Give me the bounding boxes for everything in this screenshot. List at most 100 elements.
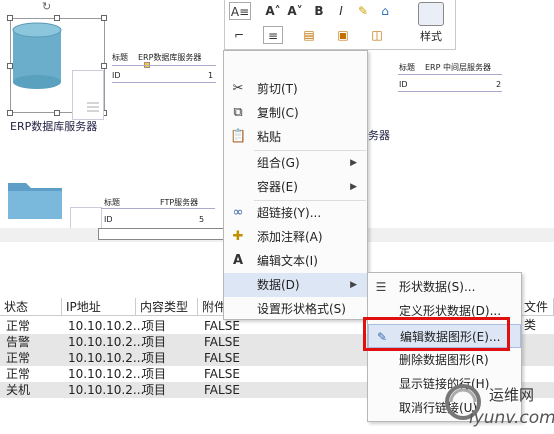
menu-item-group[interactable]: 组合(G) ▶ bbox=[224, 151, 367, 175]
shape-data-icon: ☰ bbox=[375, 280, 387, 294]
menu-item-label: 剪切(T) bbox=[257, 82, 298, 96]
format-painter-icon[interactable]: ⌂ bbox=[375, 2, 395, 20]
menu-item-label: 数据(D) bbox=[257, 278, 300, 292]
align-icon[interactable]: ≡ bbox=[263, 26, 283, 44]
cell-type: 项目 bbox=[142, 367, 167, 381]
style-button[interactable]: 样式 bbox=[411, 2, 451, 46]
menu-item-label: 编辑文本(I) bbox=[257, 254, 318, 268]
resize-handle[interactable] bbox=[54, 110, 60, 116]
document-icon bbox=[70, 207, 102, 229]
resize-handle[interactable] bbox=[101, 15, 107, 21]
ftp-header-value: FTP服务器 bbox=[160, 198, 199, 207]
font-box-icon[interactable]: A≡ bbox=[229, 2, 251, 20]
column-header-status[interactable]: 状态 bbox=[0, 298, 62, 316]
submenu-arrow-icon: ▶ bbox=[350, 280, 357, 290]
submenu-arrow-icon: ▶ bbox=[350, 182, 357, 192]
menu-item-cut[interactable]: ✂ 剪切(T) bbox=[224, 77, 367, 101]
style-label: 样式 bbox=[420, 30, 442, 43]
cell-ip: 10.10.10.2... bbox=[68, 383, 145, 397]
menu-item-label: 粘贴 bbox=[257, 130, 282, 144]
column-header-type[interactable]: 内容类型 bbox=[136, 298, 198, 316]
horizontal-scrollbar[interactable] bbox=[98, 228, 224, 240]
menu-item-format-shape[interactable]: 设置形状格式(S) bbox=[224, 297, 367, 321]
scissors-icon: ✂ bbox=[232, 81, 244, 96]
folder-icon[interactable] bbox=[6, 177, 64, 221]
ftp-header-title: 标题 bbox=[104, 198, 120, 207]
italic-icon[interactable]: I bbox=[331, 2, 351, 20]
erp-mid-id-value: 2 bbox=[496, 80, 502, 89]
copy-icon: ⧉ bbox=[233, 105, 243, 120]
submenu-item-shape-data[interactable]: ☰ 形状数据(S)... bbox=[368, 275, 521, 299]
mini-toolbar: A≡ A˄ A˅ B I ✎ ⌂ ⌐ ≡ ▤ ▣ ◫ 样式 bbox=[224, 0, 456, 50]
column-header-file-type[interactable]: 文件类 bbox=[520, 298, 554, 332]
menu-item-label: 组合(G) bbox=[257, 156, 300, 170]
erp-mid-header-value: ERP 中间层服务器 bbox=[425, 63, 491, 72]
position-icon[interactable]: ▤ bbox=[299, 26, 319, 44]
menu-item-add-comment[interactable]: ✚ 添加注释(A) bbox=[224, 225, 367, 249]
watermark-name: 运维网 bbox=[489, 386, 535, 404]
text-icon: A bbox=[232, 253, 244, 268]
divider bbox=[101, 208, 215, 209]
column-header-ip[interactable]: IP地址 bbox=[62, 298, 136, 316]
menu-item-label: 容器(E) bbox=[257, 180, 298, 194]
increase-font-icon[interactable]: A˄ bbox=[263, 2, 283, 20]
erp-mid-header-title: 标题 bbox=[399, 63, 415, 72]
menu-item-paste[interactable]: 📋 粘贴 bbox=[224, 125, 367, 149]
divider bbox=[398, 74, 502, 75]
database-icon[interactable] bbox=[12, 22, 62, 90]
cell-attachment: FALSE bbox=[204, 351, 240, 365]
submenu-item-label: 删除数据图形(R) bbox=[399, 353, 489, 367]
submenu-item-label: 形状数据(S)... bbox=[399, 280, 476, 294]
menu-item-label: 添加注释(A) bbox=[257, 230, 323, 244]
watermark: 运维网 iyunv.com bbox=[441, 380, 554, 430]
hyperlink-icon: ∞ bbox=[232, 205, 244, 220]
cell-ip: 10.10.10.2... bbox=[68, 367, 145, 381]
decrease-font-icon[interactable]: A˅ bbox=[285, 2, 305, 20]
menu-item-container[interactable]: 容器(E) ▶ bbox=[224, 175, 367, 199]
send-backward-icon[interactable]: ◫ bbox=[367, 26, 387, 44]
document-icon bbox=[72, 70, 104, 120]
ftp-id-value: 5 bbox=[199, 215, 205, 224]
menu-item-label: 超链接(Y)... bbox=[257, 206, 322, 220]
cell-type: 项目 bbox=[142, 351, 167, 365]
style-icon bbox=[418, 2, 444, 26]
divider bbox=[112, 65, 216, 66]
cell-attachment: FALSE bbox=[204, 383, 240, 397]
cell-status: 正常 bbox=[6, 351, 31, 365]
cell-status: 关机 bbox=[6, 383, 31, 397]
divider bbox=[398, 91, 502, 92]
menu-item-edit-text[interactable]: A 编辑文本(I) bbox=[224, 249, 367, 273]
submenu-item-remove-data-graphic[interactable]: 删除数据图形(R) bbox=[368, 348, 521, 372]
cell-type: 项目 bbox=[142, 335, 167, 349]
resize-handle[interactable] bbox=[7, 15, 13, 21]
erp-db-header-title: 标题 bbox=[112, 53, 128, 62]
resize-handle[interactable] bbox=[101, 63, 107, 69]
menu-item-data[interactable]: 数据(D) ▶ bbox=[224, 273, 367, 297]
cell-attachment: FALSE bbox=[204, 367, 240, 381]
cell-attachment: FALSE bbox=[204, 335, 240, 349]
cell-type: 项目 bbox=[142, 319, 167, 333]
erp-mid-caption: 务器 bbox=[368, 129, 390, 142]
cell-ip: 10.10.10.2... bbox=[68, 335, 145, 349]
cell-ip: 10.10.10.2... bbox=[68, 319, 145, 333]
rotate-handle-icon[interactable]: ↻ bbox=[42, 0, 56, 13]
highlight-icon[interactable]: ✎ bbox=[353, 2, 373, 20]
erp-db-id-label: ID bbox=[112, 71, 121, 80]
menu-item-hyperlink[interactable]: ∞ 超链接(Y)... bbox=[224, 201, 367, 225]
divider bbox=[112, 82, 216, 83]
menu-item-label: 复制(C) bbox=[257, 106, 299, 120]
context-menu: ✂ 剪切(T) ⧉ 复制(C) 📋 粘贴 组合(G) ▶ 容器(E) ▶ ∞ 超… bbox=[223, 50, 368, 320]
paste-icon: 📋 bbox=[230, 129, 247, 144]
submenu-arrow-icon: ▶ bbox=[350, 158, 357, 168]
erp-db-id-value: 1 bbox=[208, 71, 214, 80]
bring-forward-icon[interactable]: ▣ bbox=[333, 26, 353, 44]
bold-icon[interactable]: B bbox=[309, 2, 329, 20]
resize-handle[interactable] bbox=[7, 110, 13, 116]
menu-item-copy[interactable]: ⧉ 复制(C) bbox=[224, 101, 367, 125]
connector-icon[interactable]: ⌐ bbox=[229, 26, 249, 44]
resize-handle[interactable] bbox=[54, 15, 60, 21]
erp-db-caption: ERP数据库服务器 bbox=[10, 120, 98, 133]
cell-status: 正常 bbox=[6, 319, 31, 333]
cell-status: 告警 bbox=[6, 335, 31, 349]
menu-item-label: 设置形状格式(S) bbox=[257, 302, 346, 316]
